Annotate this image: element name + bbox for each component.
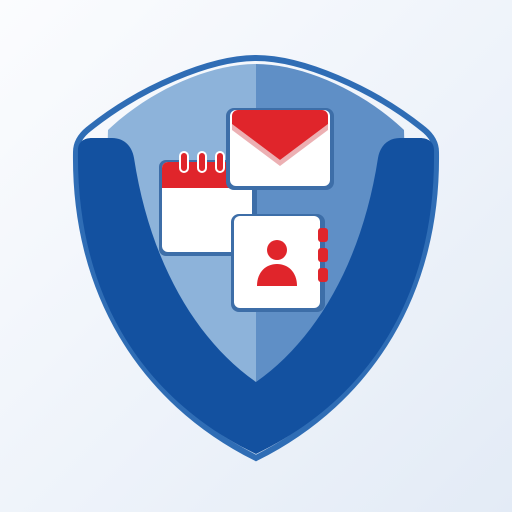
shield-icon (72, 54, 440, 462)
contact-person-head (267, 240, 287, 260)
contacts-tab (318, 248, 328, 262)
mail-icon (226, 108, 334, 190)
contacts-tab (318, 268, 328, 282)
contacts-icon (231, 214, 328, 312)
calendar-ring (215, 151, 225, 173)
calendar-ring (197, 151, 207, 173)
contacts-card (234, 216, 320, 308)
contacts-tab (318, 228, 328, 242)
app-icon (0, 0, 512, 512)
calendar-ring (179, 151, 189, 173)
